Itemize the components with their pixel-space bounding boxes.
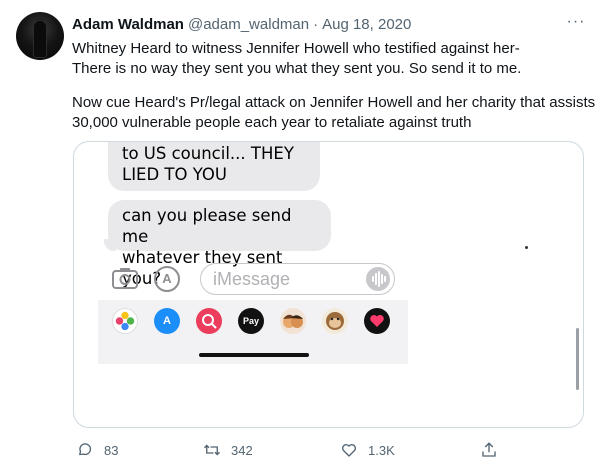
heart-icon <box>370 315 384 327</box>
message-input-bar: A iMessage <box>98 260 408 300</box>
tweet-actions: 83 342 1.3K <box>72 438 584 462</box>
scrollbar[interactable] <box>576 328 579 390</box>
reply-icon <box>79 443 92 456</box>
author-name[interactable]: Adam Waldman <box>72 16 184 33</box>
tweet-text-line: 30,000 vulnerable people each year to re… <box>72 114 472 131</box>
photos-petals-icon <box>115 311 135 331</box>
avatar-figure-shape <box>34 21 46 57</box>
message-line: can you please send me <box>122 206 292 246</box>
tweet-text-line: Now cue Heard's Pr/legal attack on Jenni… <box>72 94 596 111</box>
app-store-icon: A <box>154 308 180 334</box>
like-count: 1.3K <box>368 442 395 458</box>
images-search-icon <box>196 308 222 334</box>
magnifier-icon <box>202 314 217 329</box>
tweet-date[interactable]: Aug 18, 2020 <box>322 16 411 33</box>
tweet-header: Adam Waldman @adam_waldman · Aug 18, 202… <box>72 14 411 34</box>
retweet-count: 342 <box>231 442 253 458</box>
app-drawer-icon: A <box>154 266 180 292</box>
tweet-text-line: There is no way they sent you what they … <box>72 60 522 77</box>
app-drawer: A Pay <box>98 300 408 364</box>
header-separator: · <box>313 15 319 33</box>
share-icon <box>482 442 496 457</box>
digital-touch-icon <box>364 308 390 334</box>
monkey-face-icon <box>326 312 344 330</box>
stray-dot <box>525 246 528 249</box>
memoji-icon <box>280 308 306 334</box>
avatar[interactable] <box>16 12 64 60</box>
memoji-face-icon <box>283 314 303 328</box>
tweet-text: Whitney Heard to witness Jennifer Howell… <box>72 39 596 133</box>
imessage-screenshot: to US council... THEY LIED TO YOU can yo… <box>98 142 408 364</box>
like-button[interactable]: 1.3K <box>340 438 395 462</box>
tweet-text-line: Whitney Heard to witness Jennifer Howell… <box>72 40 520 57</box>
imessage-placeholder: iMessage <box>213 269 291 289</box>
imessage-input: iMessage <box>200 263 395 295</box>
retweet-button[interactable]: 342 <box>203 438 253 462</box>
photos-app-icon <box>112 308 138 334</box>
reply-count: 83 <box>104 442 119 458</box>
tweet-media[interactable]: to US council... THEY LIED TO YOU can yo… <box>73 141 584 428</box>
camera-icon <box>112 268 138 289</box>
apple-pay-icon: Pay <box>238 308 264 334</box>
message-line: LIED TO YOU <box>122 165 227 184</box>
home-indicator <box>199 353 309 357</box>
share-button[interactable] <box>480 438 508 462</box>
more-options-icon[interactable]: ··· <box>566 12 586 32</box>
tweet: Adam Waldman @adam_waldman · Aug 18, 202… <box>0 0 600 471</box>
retweet-icon <box>204 444 220 456</box>
heart-outline-icon <box>342 444 356 457</box>
message-line: to US council... THEY <box>122 144 294 163</box>
animoji-monkey-icon <box>322 308 348 334</box>
author-handle[interactable]: @adam_waldman <box>188 16 309 33</box>
audio-wave-icon <box>366 267 390 291</box>
reply-button[interactable]: 83 <box>76 438 118 462</box>
message-bubble: can you please send me whatever they sen… <box>104 200 331 288</box>
message-bubble: to US council... THEY LIED TO YOU <box>108 142 320 191</box>
